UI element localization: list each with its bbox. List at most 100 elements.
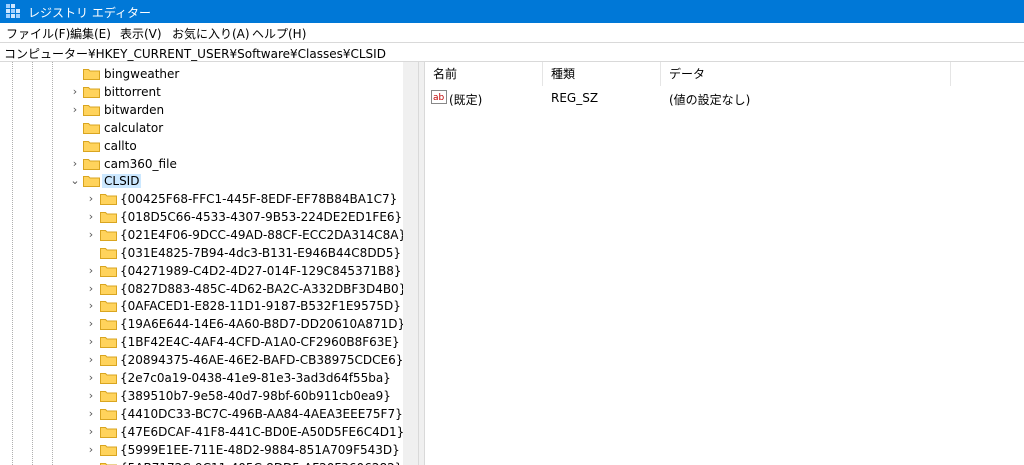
tree-node[interactable]: › {2e7c0a19-0438-41e9-81e3-3ad3d64f55ba} [0, 369, 400, 387]
tree-node[interactable]: calculator [0, 119, 400, 137]
menu-view[interactable]: 表示(V) [120, 25, 162, 42]
chevron-right-icon[interactable]: › [86, 425, 96, 438]
tree-node-label[interactable]: bittorrent [104, 85, 161, 99]
tree-node-label[interactable]: callto [104, 139, 137, 153]
folder-icon [83, 158, 100, 170]
chevron-right-icon[interactable]: › [86, 443, 96, 456]
chevron-right-icon[interactable]: › [86, 300, 96, 312]
tree-scrollbar[interactable] [403, 62, 418, 465]
tree-node-label[interactable]: {19A6E644-14E6-4A60-B8D7-DD20610A871D} [120, 317, 405, 331]
column-header-type[interactable]: 種類 [543, 62, 661, 86]
tree-node[interactable]: › {1BF42E4C-4AF4-4CFD-A1A0-CF2960B8F63E} [0, 333, 400, 351]
tree-node[interactable]: › {0827D883-485C-4D62-BA2C-A332DBF3D4B0} [0, 280, 407, 298]
tree-node-label[interactable]: bingweather [104, 67, 179, 81]
folder-icon [100, 444, 117, 456]
folder-icon [100, 318, 117, 331]
tree-node[interactable]: › {20894375-46AE-46E2-BAFD-CB38975CDCE6} [0, 351, 404, 369]
tree-node-label[interactable]: bitwarden [104, 103, 164, 117]
chevron-right-icon[interactable]: › [86, 318, 96, 330]
tree-node-label[interactable]: {00425F68-FFC1-445F-8EDF-EF78B84BA1C7} [120, 192, 397, 206]
tree-node[interactable]: › bitwarden [0, 101, 400, 119]
tree-node[interactable]: › {0AFACED1-E828-11D1-9187-B532F1E9575D} [0, 297, 401, 315]
tree-node[interactable]: ⌄ CLSID [0, 172, 400, 190]
tree-node[interactable]: › bittorrent [0, 83, 400, 101]
tree-node[interactable]: callto [0, 137, 400, 155]
tree-node[interactable]: › cam360_file [0, 155, 400, 173]
tree-node-label[interactable]: cam360_file [104, 157, 177, 171]
folder-icon [100, 300, 117, 313]
folder-icon [100, 283, 117, 295]
menu-help[interactable]: ヘルプ(H) [252, 25, 306, 42]
folder-icon [100, 372, 117, 384]
folder-icon [100, 390, 117, 402]
address-path[interactable]: コンピューター¥HKEY_CURRENT_USER¥Software¥Class… [4, 45, 386, 62]
tree-node-label[interactable]: {021E4F06-9DCC-49AD-88CF-ECC2DA314C8A} [120, 228, 406, 242]
tree-node[interactable]: {031E4825-7B94-4dc3-B131-E946B44C8DD5} [0, 244, 401, 262]
chevron-right-icon[interactable]: › [86, 407, 96, 420]
address-bar[interactable]: コンピューター¥HKEY_CURRENT_USER¥Software¥Class… [0, 42, 1024, 62]
tree-node[interactable]: › {19A6E644-14E6-4A60-B8D7-DD20610A871D} [0, 315, 405, 333]
tree-node[interactable]: › {47E6DCAF-41F8-441C-BD0E-A50D5FE6C4D1} [0, 423, 404, 441]
menu-edit[interactable]: 編集(E) [70, 25, 111, 42]
column-header-name[interactable]: 名前 [425, 62, 543, 86]
chevron-right-icon[interactable]: › [86, 372, 96, 384]
values-list[interactable]: 名前 種類 データ ab (既定) REG_SZ (値の設定なし) [424, 62, 1024, 465]
chevron-right-icon[interactable]: › [70, 85, 80, 98]
chevron-right-icon[interactable]: › [86, 282, 96, 295]
tree-node[interactable]: › {389510b7-9e58-40d7-98bf-60b911cb0ea9} [0, 387, 400, 405]
tree-node-label[interactable]: {018D5C66-4533-4307-9B53-224DE2ED1FE6} [120, 210, 402, 224]
folder-icon [100, 229, 117, 241]
folder-icon [100, 193, 117, 205]
chevron-right-icon[interactable]: › [86, 354, 96, 366]
menu-file[interactable]: ファイル(F) [6, 25, 70, 42]
column-header-data[interactable]: データ [661, 62, 951, 86]
chevron-down-icon[interactable]: ⌄ [70, 175, 80, 187]
tree-node[interactable]: › {04271989-C4D2-4D27-014F-129C845371B8} [0, 262, 402, 280]
value-type: REG_SZ [551, 91, 599, 105]
tree-node-label[interactable]: {5999E1EE-711E-48D2-9884-851A709F543D} [120, 443, 400, 457]
value-row[interactable]: ab (既定) REG_SZ (値の設定なし) [425, 90, 1024, 108]
value-name: (既定) [449, 93, 483, 107]
chevron-right-icon[interactable]: › [86, 210, 96, 223]
chevron-right-icon[interactable]: › [86, 193, 96, 205]
tree-node[interactable]: bingweather [0, 65, 400, 83]
svg-text:ab: ab [433, 93, 445, 103]
chevron-right-icon[interactable]: › [86, 389, 96, 402]
tree-node-label[interactable]: {0AFACED1-E828-11D1-9187-B532F1E9575D} [120, 299, 401, 313]
regedit-app-icon [6, 4, 20, 18]
tree-node-label[interactable]: {47E6DCAF-41F8-441C-BD0E-A50D5FE6C4D1} [120, 425, 404, 439]
chevron-right-icon[interactable]: › [86, 228, 96, 241]
tree-node[interactable]: › {021E4F06-9DCC-49AD-88CF-ECC2DA314C8A} [0, 226, 406, 244]
menu-bar: ファイル(F) 編集(E) 表示(V) お気に入り(A) ヘルプ(H) [0, 23, 1024, 42]
tree-node[interactable]: › {4410DC33-BC7C-496B-AA84-4AEA3EEE75F7} [0, 405, 403, 423]
tree-node-label[interactable]: {5AB7172C-9C11-405C-8DD5-AF20F3606282} [120, 461, 402, 465]
tree-node-label[interactable]: {389510b7-9e58-40d7-98bf-60b911cb0ea9} [120, 389, 391, 403]
folder-icon [83, 86, 100, 98]
tree-node[interactable]: › {5999E1EE-711E-48D2-9884-851A709F543D} [0, 441, 400, 459]
chevron-right-icon[interactable]: › [86, 264, 96, 277]
tree-node[interactable]: › {5AB7172C-9C11-405C-8DD5-AF20F3606282} [0, 459, 402, 465]
chevron-right-icon[interactable]: › [86, 461, 96, 465]
chevron-right-icon[interactable]: › [70, 103, 80, 116]
folder-icon [100, 211, 117, 223]
tree-node-label[interactable]: calculator [104, 121, 163, 135]
tree-node-label[interactable]: {4410DC33-BC7C-496B-AA84-4AEA3EEE75F7} [120, 407, 403, 421]
tree-node[interactable]: › {00425F68-FFC1-445F-8EDF-EF78B84BA1C7} [0, 190, 400, 208]
folder-icon [100, 336, 117, 349]
tree-node-label[interactable]: {031E4825-7B94-4dc3-B131-E946B44C8DD5} [120, 246, 401, 260]
tree-node[interactable]: › {018D5C66-4533-4307-9B53-224DE2ED1FE6} [0, 208, 402, 226]
folder-icon [100, 462, 117, 465]
registry-tree[interactable]: bingweather › bittorrent › bitwarden calculat… [0, 62, 418, 465]
folder-icon [83, 140, 100, 152]
value-data: (値の設定なし) [669, 93, 751, 107]
tree-node-label[interactable]: {1BF42E4C-4AF4-4CFD-A1A0-CF2960B8F63E} [120, 335, 400, 349]
chevron-right-icon[interactable]: › [86, 336, 96, 348]
tree-node-label[interactable]: {2e7c0a19-0438-41e9-81e3-3ad3d64f55ba} [120, 371, 391, 385]
menu-favorites[interactable]: お気に入り(A) [172, 25, 250, 42]
tree-node-label[interactable]: CLSID [102, 174, 142, 189]
tree-node-label[interactable]: {20894375-46AE-46E2-BAFD-CB38975CDCE6} [120, 353, 403, 367]
folder-icon [83, 175, 100, 188]
chevron-right-icon[interactable]: › [70, 157, 80, 170]
tree-node-label[interactable]: {04271989-C4D2-4D27-014F-129C845371B8} [120, 264, 401, 278]
tree-node-label[interactable]: {0827D883-485C-4D62-BA2C-A332DBF3D4B0} [120, 282, 406, 296]
